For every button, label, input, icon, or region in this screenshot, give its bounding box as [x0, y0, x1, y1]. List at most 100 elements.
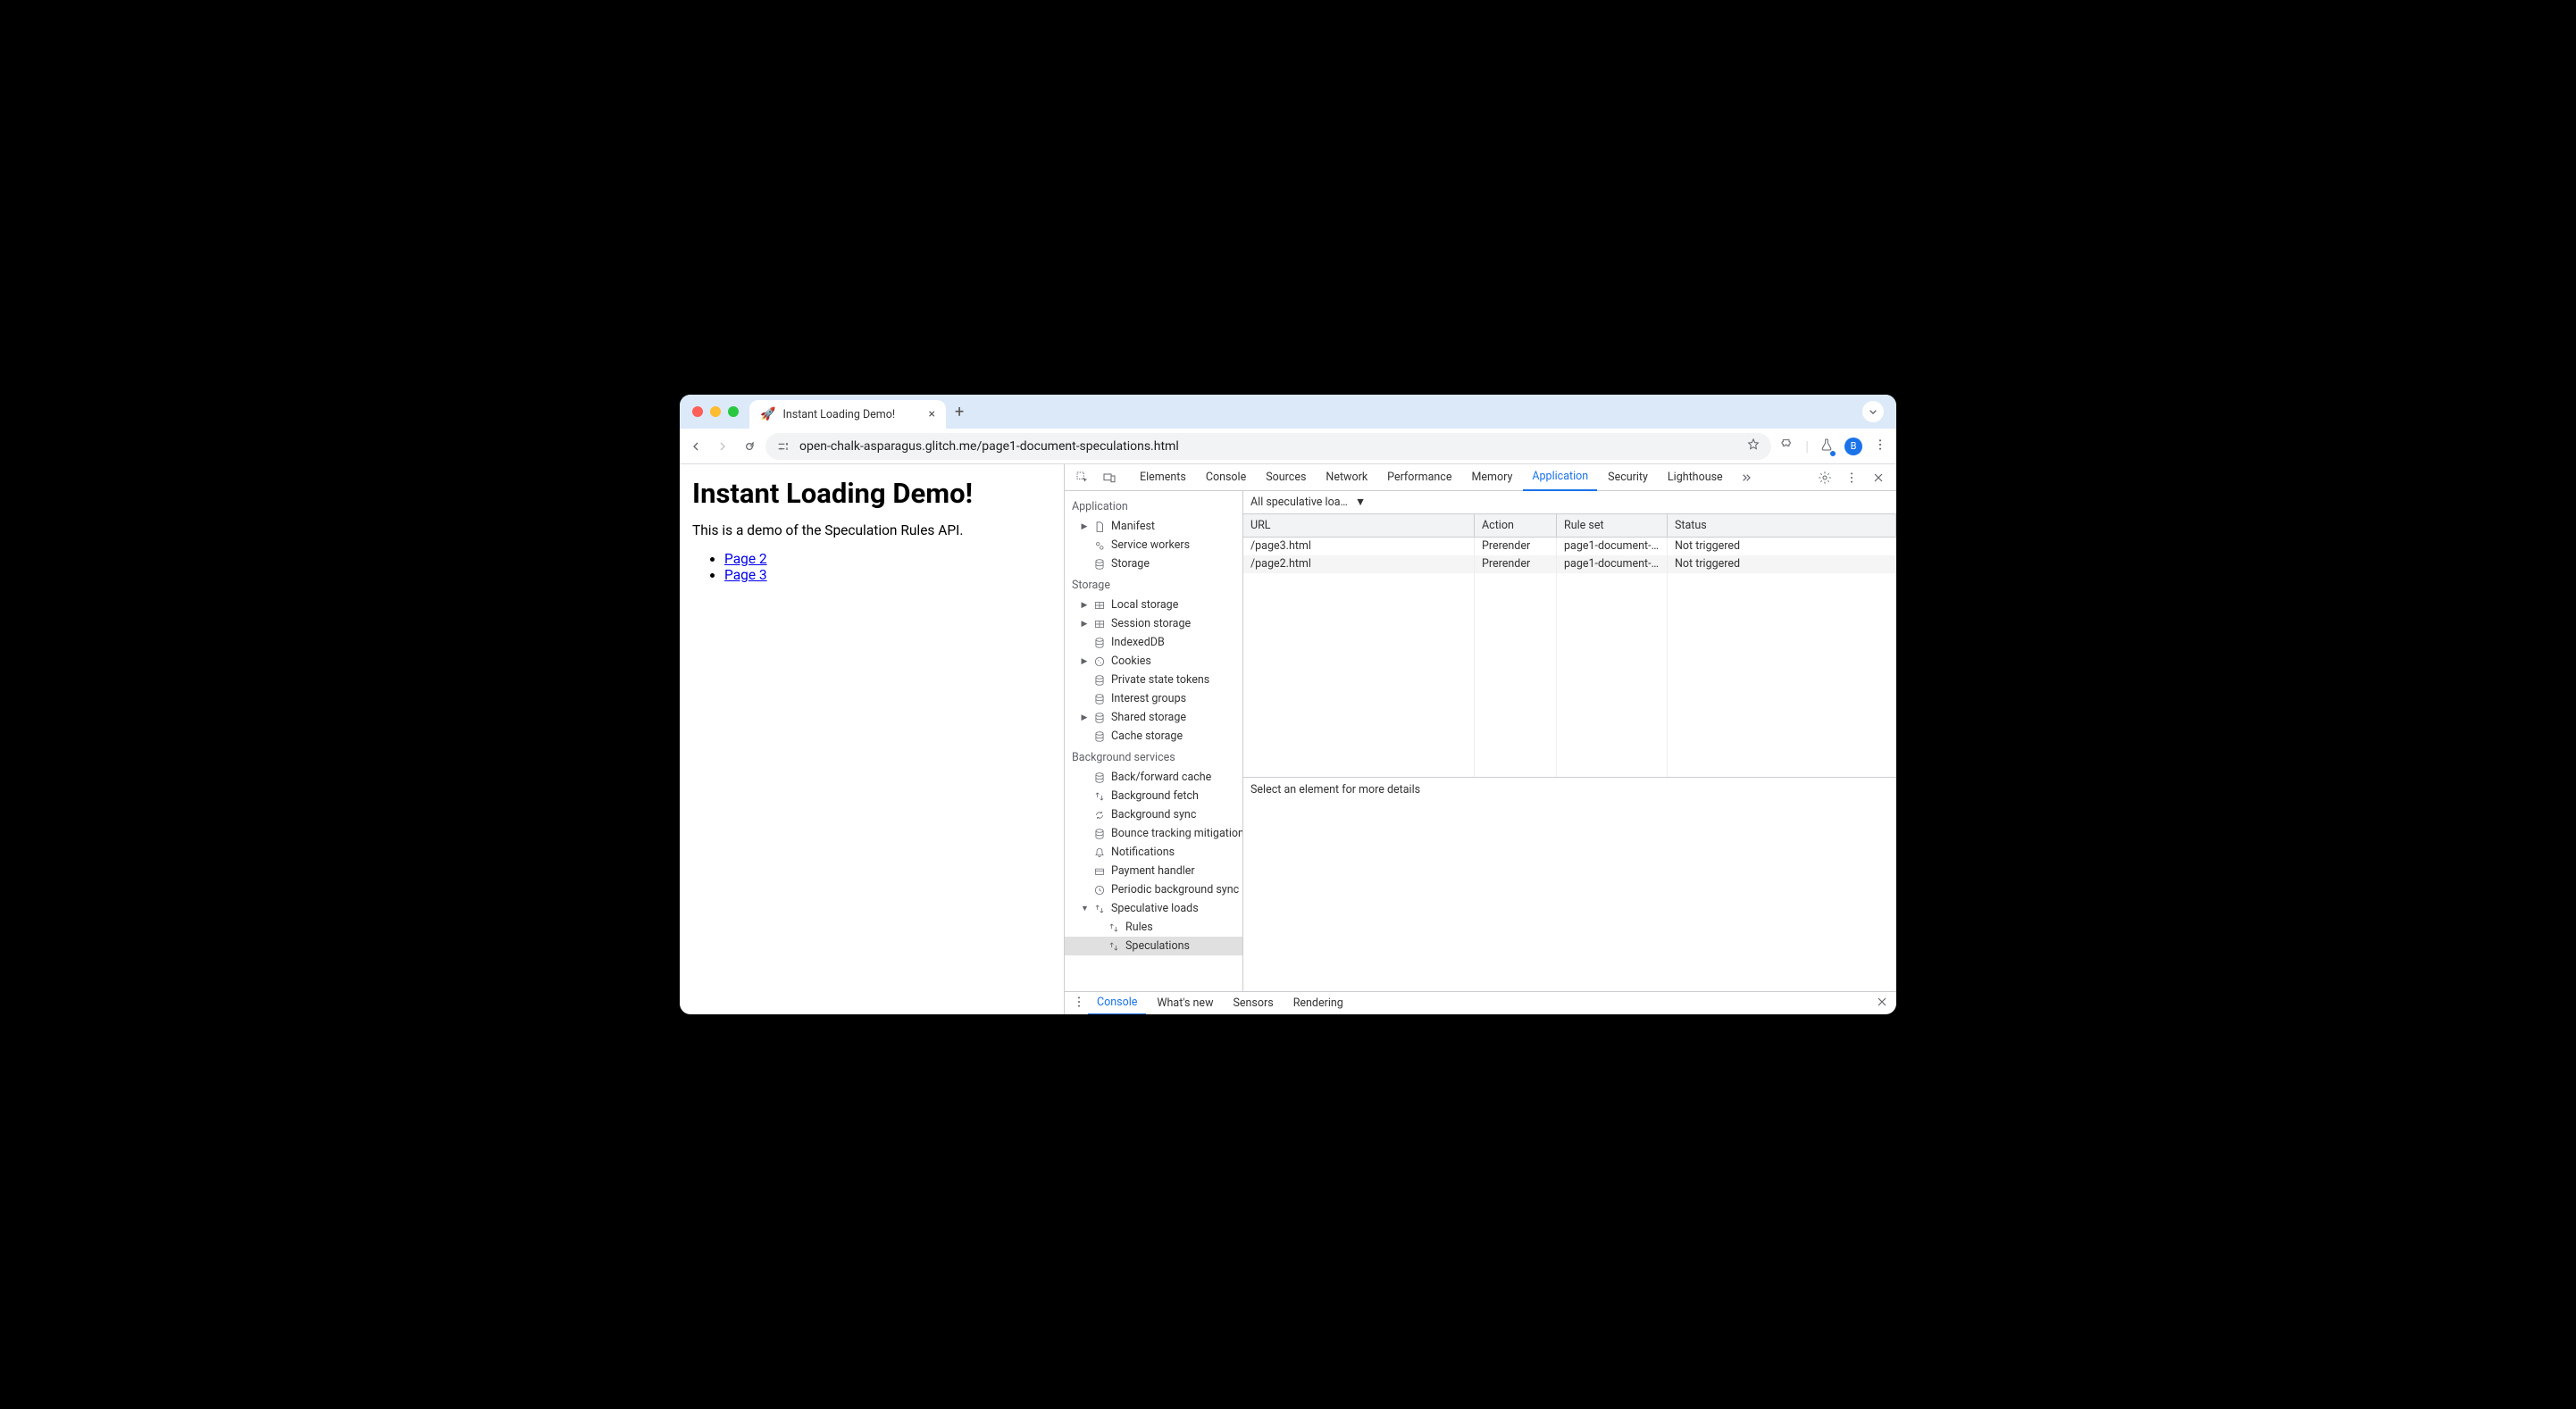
drawer-close-button[interactable] [1875, 995, 1889, 1013]
table-header: URL Action Rule set Status [1243, 514, 1896, 538]
drawer-tab-what-s-new[interactable]: What's new [1148, 992, 1222, 1015]
sidebar-item-bounce-tracking-mitigation[interactable]: Bounce tracking mitigation [1065, 824, 1242, 843]
device-toolbar-button[interactable] [1097, 467, 1122, 488]
sidebar-item-background-fetch[interactable]: Background fetch [1065, 787, 1242, 805]
address-bar[interactable]: open-chalk-asparagus.glitch.me/page1-doc… [765, 433, 1771, 460]
arrow-left-icon [689, 439, 703, 454]
page-heading: Instant Loading Demo! [692, 477, 1051, 510]
sidebar-item-shared-storage[interactable]: ▶Shared storage [1065, 708, 1242, 727]
sidebar-item-cookies[interactable]: ▶Cookies [1065, 652, 1242, 671]
extensions-button[interactable] [1780, 438, 1794, 455]
maximize-window-button[interactable] [728, 406, 739, 417]
chrome-menu-button[interactable] [1873, 438, 1887, 455]
sidebar-item-manifest[interactable]: ▶Manifest [1065, 517, 1242, 536]
devtools-tab-elements[interactable]: Elements [1131, 464, 1195, 491]
drawer-tab-sensors[interactable]: Sensors [1224, 992, 1282, 1015]
back-button[interactable] [689, 439, 703, 454]
sidebar-item-label: Notifications [1111, 846, 1175, 859]
browser-tab[interactable]: 🚀 Instant Loading Demo! × [749, 400, 946, 429]
sidebar-item-label: Service workers [1111, 538, 1190, 552]
page-link[interactable]: Page 2 [724, 551, 767, 567]
inspect-element-button[interactable] [1070, 467, 1095, 488]
devtools-tab-sources[interactable]: Sources [1257, 464, 1315, 491]
header-action[interactable]: Action [1475, 514, 1557, 537]
cookie-icon [1093, 654, 1106, 669]
sidebar-item-indexeddb[interactable]: IndexedDB [1065, 633, 1242, 652]
db-icon [1093, 730, 1106, 744]
reload-button[interactable] [742, 439, 757, 454]
sidebar-item-label: Background sync [1111, 808, 1196, 821]
minimize-window-button[interactable] [710, 406, 721, 417]
kebab-icon [1844, 471, 1859, 485]
sidebar-item-periodic-background-sync[interactable]: Periodic background sync [1065, 880, 1242, 899]
forward-button[interactable] [715, 439, 730, 454]
sidebar-item-speculations[interactable]: Speculations [1065, 937, 1242, 955]
sidebar-item-speculative-loads[interactable]: ▼Speculative loads [1065, 899, 1242, 918]
card-icon [1093, 864, 1106, 879]
sidebar-item-cache-storage[interactable]: Cache storage [1065, 727, 1242, 746]
bookmark-button[interactable] [1746, 438, 1761, 455]
close-icon [1875, 995, 1889, 1009]
devtools-drawer: ConsoleWhat's newSensorsRendering [1065, 991, 1896, 1014]
details-hint: Select an element for more details [1243, 777, 1896, 992]
devtools-tab-lighthouse[interactable]: Lighthouse [1659, 464, 1732, 491]
header-ruleset[interactable]: Rule set [1557, 514, 1668, 537]
header-status[interactable]: Status [1668, 514, 1896, 537]
more-tabs-button[interactable] [1734, 467, 1759, 488]
devtools-panel: ElementsConsoleSourcesNetworkPerformance… [1064, 464, 1896, 1014]
table-row[interactable]: /page3.htmlPrerenderpage1-document-…Not … [1243, 538, 1896, 555]
table-row[interactable]: /page2.htmlPrerenderpage1-document-…Not … [1243, 555, 1896, 573]
sidebar-item-label: Back/forward cache [1111, 771, 1211, 784]
tabs-dropdown-button[interactable] [1862, 401, 1884, 422]
labs-button[interactable] [1819, 438, 1834, 455]
tab-close-icon[interactable]: × [929, 407, 935, 421]
sidebar-item-notifications[interactable]: Notifications [1065, 843, 1242, 862]
chevrons-right-icon [1739, 471, 1753, 485]
devtools-close-button[interactable] [1866, 467, 1891, 488]
devtools-tab-memory[interactable]: Memory [1462, 464, 1521, 491]
page-intro: This is a demo of the Speculation Rules … [692, 522, 1051, 538]
devtools-settings-button[interactable] [1812, 467, 1837, 488]
sidebar-item-private-state-tokens[interactable]: Private state tokens [1065, 671, 1242, 689]
devtools-tab-console[interactable]: Console [1197, 464, 1255, 491]
sidebar-item-label: Local storage [1111, 598, 1178, 612]
sidebar-item-session-storage[interactable]: ▶Session storage [1065, 614, 1242, 633]
sidebar-item-label: Periodic background sync [1111, 883, 1239, 896]
sidebar-item-label: Payment handler [1111, 864, 1195, 878]
sidebar-item-interest-groups[interactable]: Interest groups [1065, 689, 1242, 708]
close-window-button[interactable] [692, 406, 703, 417]
drawer-tab-console[interactable]: Console [1088, 992, 1146, 1015]
sidebar-item-rules[interactable]: Rules [1065, 918, 1242, 937]
updown-icon [1093, 902, 1106, 916]
tab-title: Instant Loading Demo! [782, 408, 921, 421]
db-icon [1093, 771, 1106, 785]
devtools-tab-security[interactable]: Security [1599, 464, 1657, 491]
filter-dropdown[interactable]: All speculative loa… ▼ [1250, 496, 1366, 509]
drawer-menu-button[interactable] [1072, 995, 1086, 1013]
sidebar-item-label: Cache storage [1111, 730, 1183, 743]
new-tab-button[interactable]: + [955, 403, 964, 421]
devtools-menu-button[interactable] [1839, 467, 1864, 488]
db-icon [1093, 692, 1106, 706]
gears-icon [1093, 538, 1106, 553]
devtools-tab-performance[interactable]: Performance [1378, 464, 1460, 491]
db-icon [1093, 636, 1106, 650]
sidebar-item-background-sync[interactable]: Background sync [1065, 805, 1242, 824]
sidebar-item-service-workers[interactable]: Service workers [1065, 536, 1242, 554]
close-icon [1871, 471, 1886, 485]
devtools-tab-network[interactable]: Network [1317, 464, 1376, 491]
profile-avatar[interactable]: B [1844, 438, 1862, 455]
sidebar-item-payment-handler[interactable]: Payment handler [1065, 862, 1242, 880]
sidebar-item-local-storage[interactable]: ▶Local storage [1065, 596, 1242, 614]
devtools-tab-application[interactable]: Application [1523, 464, 1597, 491]
drawer-tab-rendering[interactable]: Rendering [1284, 992, 1352, 1015]
header-url[interactable]: URL [1243, 514, 1475, 537]
updown-icon [1108, 921, 1120, 935]
site-info-icon[interactable] [776, 439, 790, 454]
sidebar-item-storage[interactable]: Storage [1065, 554, 1242, 573]
star-icon [1746, 438, 1761, 452]
grid-icon [1093, 617, 1106, 631]
sidebar-item-label: Manifest [1111, 520, 1155, 533]
sidebar-item-back-forward-cache[interactable]: Back/forward cache [1065, 768, 1242, 787]
page-link[interactable]: Page 3 [724, 567, 767, 583]
